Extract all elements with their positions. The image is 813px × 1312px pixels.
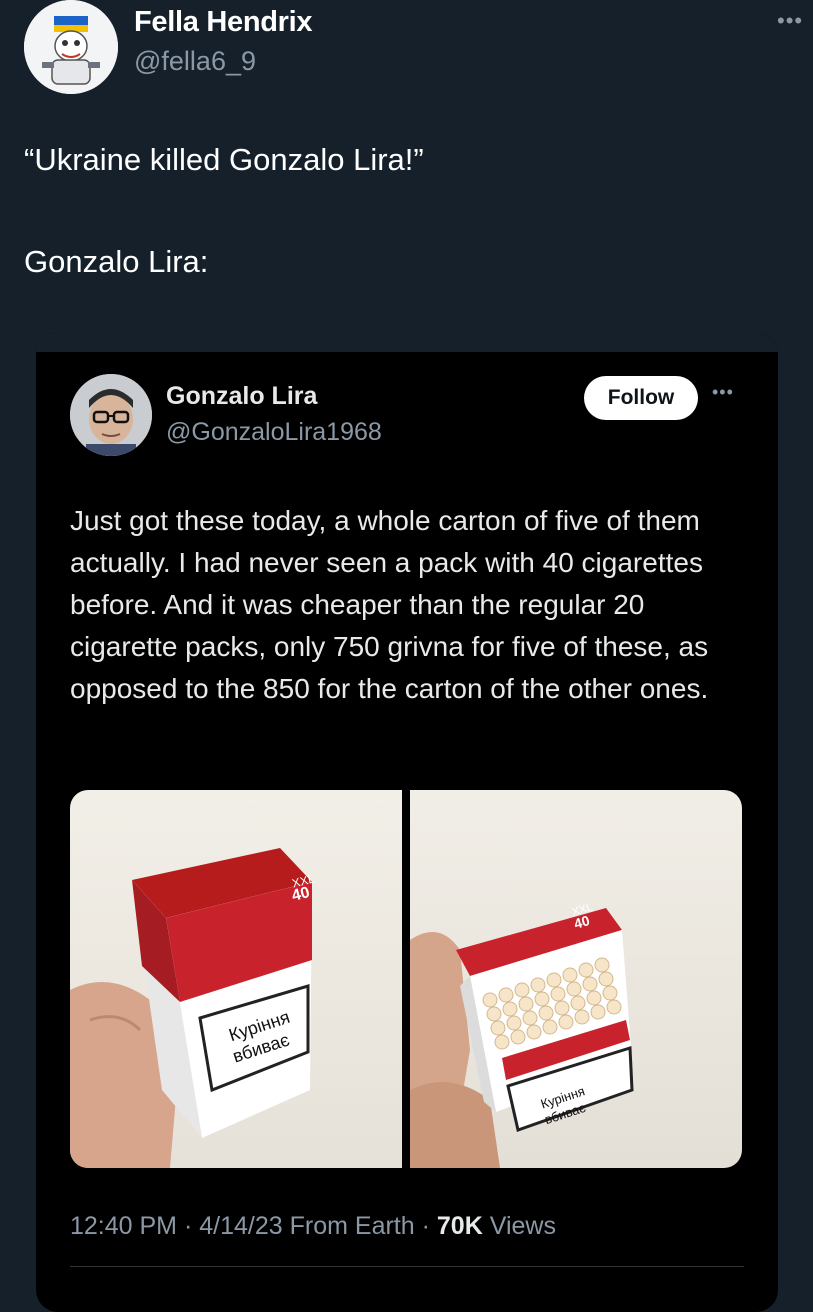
quoted-tweet-card[interactable]: Gonzalo Lira @GonzaloLira1968 Follow •••… bbox=[36, 332, 778, 1312]
quoted-author-handle[interactable]: @GonzaloLira1968 bbox=[166, 418, 382, 447]
tweet-meta: 12:40 PM · 4/14/23 From Earth · 70K View… bbox=[70, 1212, 556, 1241]
meta-separator: · bbox=[183, 1212, 200, 1240]
divider bbox=[70, 1266, 744, 1267]
tweet-date[interactable]: 4/14/23 bbox=[199, 1212, 282, 1240]
quoted-author-name[interactable]: Gonzalo Lira bbox=[166, 382, 317, 411]
outer-tweet-header: Fella Hendrix @fella6_9 ••• bbox=[24, 0, 802, 94]
quoted-author-avatar[interactable] bbox=[70, 374, 152, 456]
views-label: Views bbox=[489, 1212, 556, 1240]
media-grid: XXL 40 Куріння вбиває XXL 40 Куріння вби… bbox=[70, 790, 742, 1168]
cigarette-pack-closed-image bbox=[70, 790, 402, 1168]
photo-open-pack[interactable]: XXL 40 Куріння вбиває bbox=[410, 790, 742, 1168]
more-horizontal-icon[interactable]: ••• bbox=[712, 382, 734, 403]
views-count: 70K bbox=[436, 1212, 483, 1240]
author-name[interactable]: Fella Hendrix bbox=[134, 6, 313, 39]
more-horizontal-icon[interactable]: ••• bbox=[777, 8, 803, 34]
tweet-text-line-1: “Ukraine killed Gonzalo Lira!” bbox=[24, 142, 424, 177]
follow-button[interactable]: Follow bbox=[584, 376, 698, 420]
tweet-source: From Earth bbox=[289, 1212, 415, 1240]
quoted-tweet-text: Just got these today, a whole carton of … bbox=[70, 505, 709, 704]
photo-closed-pack[interactable]: XXL 40 Куріння вбиває bbox=[70, 790, 402, 1168]
card-top-band bbox=[36, 332, 778, 352]
avatar[interactable] bbox=[24, 0, 118, 94]
tweet-time[interactable]: 12:40 PM bbox=[70, 1212, 177, 1240]
tweet-text-line-2: Gonzalo Lira: bbox=[24, 244, 209, 279]
portrait-image bbox=[70, 374, 152, 456]
author-handle[interactable]: @fella6_9 bbox=[134, 46, 256, 77]
avatar-cartoon-image bbox=[24, 0, 118, 94]
meta-separator: · bbox=[421, 1212, 437, 1240]
